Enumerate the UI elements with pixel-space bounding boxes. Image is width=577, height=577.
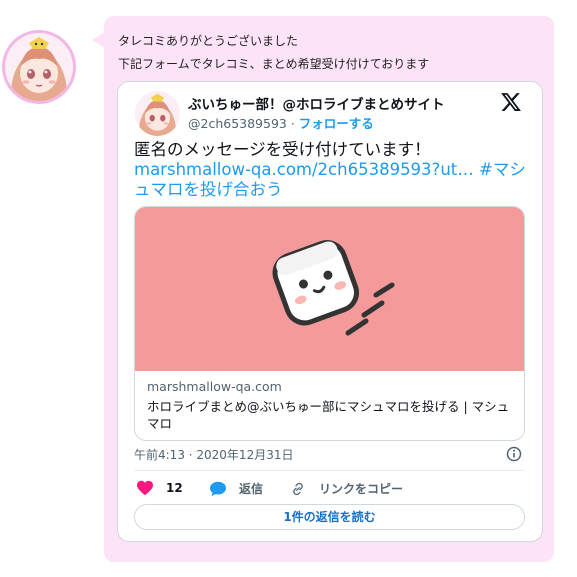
link-icon[interactable] (289, 481, 307, 497)
tweet-author-name[interactable]: ぶいちゅー部！@ホロライブまとめサイト (188, 93, 445, 113)
copy-link-label: リンクをコピー (319, 482, 404, 496)
tweet-link[interactable]: marshmallow-qa.com/2ch65389593?ut… (134, 160, 474, 179)
message-line-2: 下記フォームでタレコミ、まとめ希望受け付けております (118, 57, 430, 71)
reply-action[interactable]: 返信 (209, 480, 263, 497)
tweet-timestamp[interactable]: 午前4:13 · 2020年12月31日 (134, 446, 293, 463)
like-action[interactable]: 12 (136, 480, 183, 496)
tweet-author-meta: @2ch65389593 · フォローする (188, 113, 374, 132)
avatar-illustration (5, 33, 73, 101)
follow-button[interactable]: フォローする (299, 116, 374, 131)
tweet-author-avatar[interactable] (135, 91, 180, 136)
speech-bubble-icon[interactable] (209, 481, 227, 497)
link-preview-title[interactable]: ホロライブまとめ@ぶいちゅー部にマシュマロを投げる | マシュマロ (147, 398, 517, 432)
marshmallow-illustration (272, 240, 395, 336)
info-icon[interactable] (506, 446, 522, 466)
message-line-1: タレコミありがとうございました (118, 34, 299, 48)
tweet-body: 匿名のメッセージを受け付けています！ (134, 140, 431, 159)
link-preview-card[interactable]: marshmallow-qa.com ホロライブまとめ@ぶいちゅー部にマシュマロ… (134, 206, 525, 441)
tweet-text: 匿名のメッセージを受け付けています！ marshmallow-qa.com/2c… (134, 140, 526, 200)
like-count: 12 (166, 481, 183, 495)
heart-icon[interactable] (136, 480, 154, 496)
tweet-handle[interactable]: @2ch65389593 (188, 116, 287, 131)
link-preview-image (135, 207, 524, 371)
link-preview-domain: marshmallow-qa.com (147, 379, 282, 394)
author-avatar-illustration (135, 91, 180, 136)
reply-label: 返信 (239, 482, 264, 496)
x-logo-icon[interactable] (500, 91, 522, 117)
read-replies-button[interactable]: 1件の返信を読む (134, 504, 525, 530)
actions-divider (134, 470, 524, 471)
copy-link-action[interactable]: リンクをコピー (289, 480, 403, 497)
chat-avatar (2, 30, 76, 104)
meta-separator: · (286, 116, 299, 131)
